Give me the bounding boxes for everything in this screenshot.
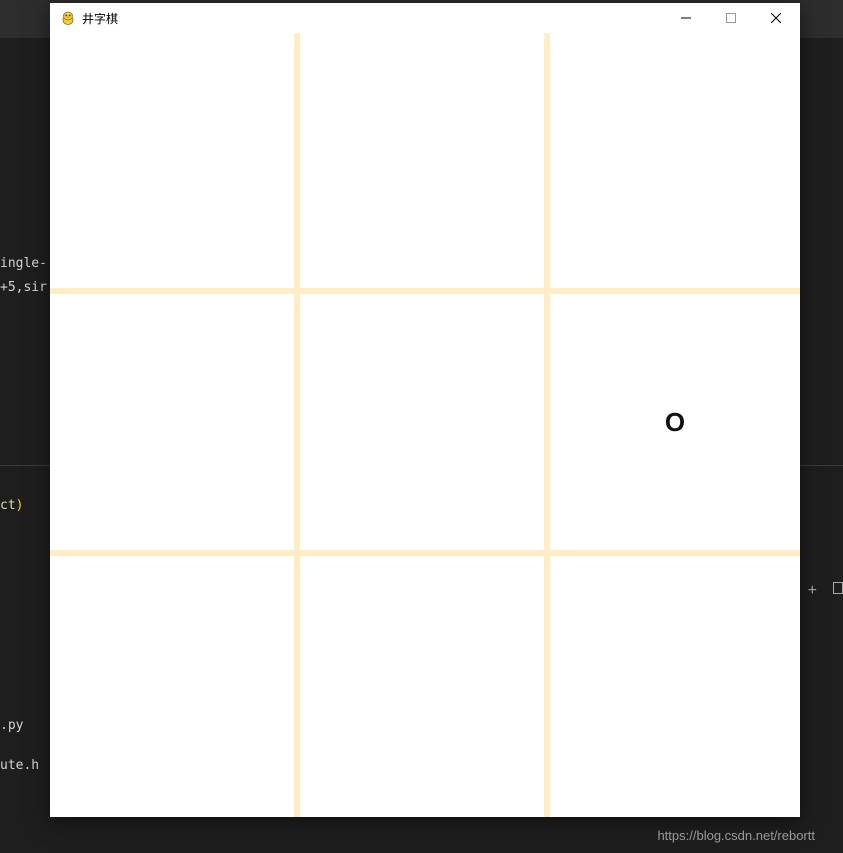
cell-0-0[interactable] [50, 33, 300, 294]
cell-1-0[interactable] [50, 294, 300, 555]
bg-code-line: ct) [0, 498, 23, 513]
close-button[interactable] [753, 4, 798, 32]
watermark-text: https://blog.csdn.net/rebortt [657, 828, 815, 843]
bg-code-line: ingle- [0, 256, 47, 271]
minimize-button[interactable] [663, 4, 708, 32]
split-icon [833, 582, 843, 594]
cell-0-1[interactable] [300, 33, 550, 294]
cell-1-1[interactable] [300, 294, 550, 555]
cell-2-1[interactable] [300, 556, 550, 817]
cell-2-0[interactable] [50, 556, 300, 817]
app-icon [60, 10, 76, 26]
cell-1-2[interactable]: O [550, 294, 800, 555]
game-window: 井字棋 O [50, 3, 800, 817]
bg-code-line: +5,sir [0, 280, 47, 295]
mark: O [665, 409, 685, 435]
plus-icon: + [808, 582, 817, 600]
tic-tac-toe-board: O [50, 33, 800, 817]
cell-2-2[interactable] [550, 556, 800, 817]
bg-code-line: .py [0, 718, 23, 733]
cell-0-2[interactable] [550, 33, 800, 294]
bg-code-line: ute.h [0, 758, 39, 773]
window-title: 井字棋 [82, 10, 118, 27]
maximize-button[interactable] [708, 4, 753, 32]
window-titlebar[interactable]: 井字棋 [50, 3, 800, 33]
